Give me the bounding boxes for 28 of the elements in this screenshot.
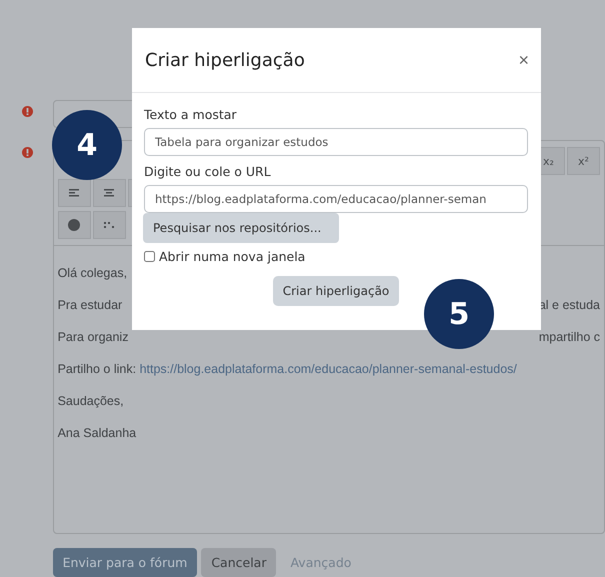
message-text: Olá colegas, [58,266,128,282]
step-badge: 4 [52,110,122,180]
secondary-button[interactable]: Cancelar [201,548,276,577]
text-field[interactable]: Tabela para organizar estudos [144,128,528,156]
advanced-link[interactable]: Avançado [280,548,362,577]
error-icon [22,147,33,158]
field-label: Digite ou cole o URL [144,164,272,179]
message-text: mpartilho c [538,330,600,346]
message-link[interactable]: https://blog.eadplataforma.com/educacao/planner-semanal-estudos/ [140,362,517,376]
message-text: Saudações, [58,394,124,410]
message-text: Ana Saldanha [58,426,136,442]
checkbox[interactable] [144,251,155,262]
create-link-button[interactable]: Criar hiperligação [272,276,400,306]
toolbar-button[interactable] [58,179,91,207]
primary-button[interactable]: Enviar para o fórum [52,548,198,577]
message-text: Partilho o link: https://blog.eadplataforma.com/educacao/planner-semanal-estudos/ [58,362,517,378]
toolbar-button[interactable]: x² [567,147,600,175]
dialog-title: Criar hiperligação [145,50,305,73]
checkbox-label: Abrir numa nova janela [159,249,306,264]
toolbar-button[interactable] [92,179,126,207]
url-field[interactable]: https://blog.eadplataforma.com/educacao/planner-seman [144,185,528,213]
field-label: Texto a mostar [144,107,238,122]
close-button[interactable]: × [518,50,529,70]
browse-button[interactable]: Pesquisar nos repositórios... [143,213,339,243]
message-text: Pra estudar [58,298,122,314]
message-text: Para organiz [58,330,128,346]
error-icon [22,106,33,117]
toolbar-button[interactable] [58,211,91,239]
